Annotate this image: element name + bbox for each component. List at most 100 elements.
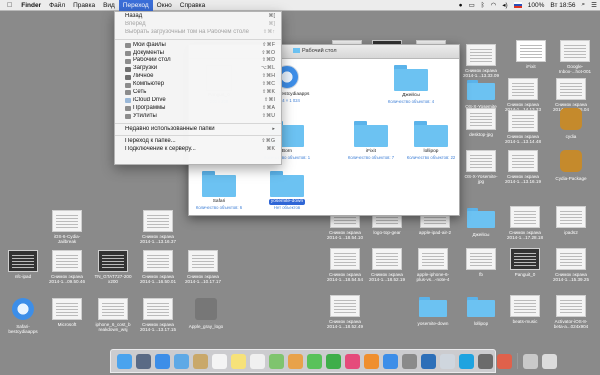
go-menu-item[interactable]: Утилиты ⇧⌘U [115,113,281,121]
go-menu-item[interactable]: Подключение к серверу... ⌘K [115,146,281,154]
desktop-icon[interactable]: Снимок экрана 2014-1...13.16.19 [500,150,546,184]
menu-go[interactable]: Переход [118,0,153,11]
desktop-icon[interactable]: Apple_gray_logo [183,298,229,329]
finder-item[interactable]: Safari Количество объектов: 6 [189,171,249,210]
desktop-icon[interactable]: OS-X-Yosemite-jpg [458,150,504,184]
go-menu-item[interactable]: Загрузки ⌥⌘L [115,65,281,73]
menu-edit[interactable]: Правка [69,0,99,11]
input-source-flag-icon[interactable] [511,1,525,9]
go-menu-item[interactable]: Рабочий стол ⇧⌘D [115,57,281,65]
desktop-icon[interactable]: Activator-iOS-8- beta-a...024x904 [548,295,594,329]
menu-file[interactable]: Файл [45,0,69,11]
safari-icon[interactable] [155,353,170,369]
desktop-icon[interactable]: Снимок экрана2014-1...14.13.33 [500,78,546,112]
file-thumbnail [556,78,586,100]
desktop-icon[interactable]: Снимок экрана 2014-1...13.14.48 [500,110,546,144]
volume-icon[interactable]: ◂) [499,1,510,9]
desktop-icon[interactable]: apple-iphone-6- plus-vs...-note-4 [410,248,456,282]
desktop-icon[interactable]: TN_GTAT727-200 x200 [90,250,136,284]
desktop-icon[interactable]: Снимок экрана 2014-1...10.17.17 [180,250,226,284]
contacts-icon[interactable] [193,353,208,369]
app-icon-2[interactable] [440,353,455,369]
notification-center-icon[interactable]: ☰ [588,1,600,9]
go-menu-item[interactable]: Назад ⌘[ [115,13,281,21]
spotlight-icon[interactable]: ⌕ [579,1,589,9]
desktop-icon[interactable]: lollipop [458,295,504,326]
file-thumbnail [143,250,173,272]
desktop-icon[interactable]: Снимок экрана 2014-1...18.52.49 [322,295,368,329]
desktop-icon[interactable]: Microsoft [44,298,90,327]
trash-icon[interactable] [542,353,557,369]
facetime-icon[interactable] [326,353,341,369]
apple-menu-icon[interactable]:  [0,0,17,11]
desktop-icon[interactable]: Google- Inbox-...hot-001 [552,40,598,74]
desktop-icon[interactable]: ipads2 [548,206,594,235]
desktop-icon[interactable]: Снимок экрана 2014-1...13.16.37 [135,210,181,244]
messages-icon[interactable] [307,353,322,369]
app-icon-3[interactable] [478,353,493,369]
clock[interactable]: Вт 18:56 [547,2,578,9]
app-icon-1[interactable] [421,353,436,369]
desktop-icon[interactable]: Снимок экрана 2014-1...17.28.18 [502,206,548,240]
go-menu-item[interactable]: Сеть ⇧⌘K [115,89,281,97]
calendar-icon[interactable] [212,353,227,369]
desktop-icon[interactable]: Panguit_0 [502,248,548,277]
notes-icon[interactable] [231,353,246,369]
desktop-icon[interactable]: Джейсы [458,206,504,237]
desktop-icon[interactable]: Safari-bestcydiaapps [0,298,46,334]
display-icon[interactable]: ▭ [466,1,478,9]
menu-view[interactable]: Вид [99,0,119,11]
finder-icon[interactable] [117,353,132,369]
desktop-icon[interactable]: iFixit [508,40,554,69]
app-icon-4[interactable] [497,353,512,369]
app-store-icon[interactable] [383,353,398,369]
go-menu-item[interactable]: Компьютер ⇧⌘C [115,81,281,89]
go-menu-item[interactable]: Программы ⇧⌘A [115,105,281,113]
desktop-icon[interactable]: Cydia-Package [548,150,594,181]
wifi-icon[interactable]: ◠ [488,1,500,9]
maps-icon[interactable] [269,353,284,369]
system-preferences-icon[interactable] [402,353,417,369]
desktop-icon[interactable]: yosemite-down [410,295,456,326]
finder-item[interactable]: iFixit Количество объектов: 7 [341,121,401,160]
desktop-icon[interactable]: iphone_6_cost_b reakdown_wsj [90,298,136,332]
go-menu-item[interactable]: Личное ⇧⌘H [115,73,281,81]
go-menu-item[interactable]: Недавно использованные папки ▸ [115,126,281,134]
go-menu-item[interactable]: Документы ⇧⌘O [115,50,281,58]
bluetooth-icon[interactable]: ᛒ [478,2,488,9]
desktop-icon[interactable]: Снимок экрана 2014-1...13.17.15 [135,298,181,332]
go-menu-item[interactable]: Мои файлы ⇧⌘F [115,42,281,50]
finder-item[interactable]: Джейсы Количество объектов: 4 [381,65,441,104]
menu-help[interactable]: Справка [176,0,210,11]
ibooks-icon[interactable] [364,353,379,369]
finder-item[interactable]: lollipop Количество объектов: 22 [401,121,461,160]
file-thumbnail [560,40,590,62]
desktop-icon[interactable]: Снимок экрана 2014-1...09.50.46 [44,250,90,284]
desktop-icon[interactable]: OS-X-Yosemite [458,78,504,109]
skype-icon[interactable] [459,353,474,369]
desktop-icon[interactable]: Снимок экрана 2014-1...18.54.54 [322,248,368,282]
desktop-icon[interactable]: fb [458,248,504,277]
launchpad-icon[interactable] [136,353,151,369]
reminders-icon[interactable] [250,353,265,369]
desktop-icon[interactable]: Снимок экрана 2014-1...13.33.09 [458,44,504,78]
go-menu-item[interactable]: iCloud Drive ⇧⌘I [115,97,281,105]
status-icon[interactable]: ● [456,2,466,9]
itunes-icon[interactable] [345,353,360,369]
desktop-icon[interactable]: Снимок экрана 2014-1...18.52.19 [364,248,410,282]
desktop-icon[interactable]: iOS-6-Cydia- Jailbreak [44,210,90,244]
desktop-icon[interactable]: desktop-jpg [458,108,504,137]
photos-icon[interactable] [288,353,303,369]
desktop-icon[interactable]: cydia [548,108,594,139]
desktop-icon[interactable]: Снимок экрана 2014-1...15.39.25 [548,248,594,282]
mail-icon[interactable] [174,353,189,369]
battery-text[interactable]: 100% [525,2,548,9]
desktop-icon[interactable]: beats-music [502,295,548,324]
menu-window[interactable]: Окно [153,0,176,11]
go-menu-item[interactable]: Переход к папке... ⇧⌘G [115,138,281,146]
downloads-stack-icon[interactable] [523,353,538,369]
desktop-icon[interactable]: nfc-ipad [0,250,46,279]
menu-finder[interactable]: Finder [17,0,45,11]
finder-item-selected[interactable]: yosemite-down Нет объектов [257,171,317,210]
desktop-icon[interactable]: Снимок экрана 2014-1...16.50.01 [135,250,181,284]
